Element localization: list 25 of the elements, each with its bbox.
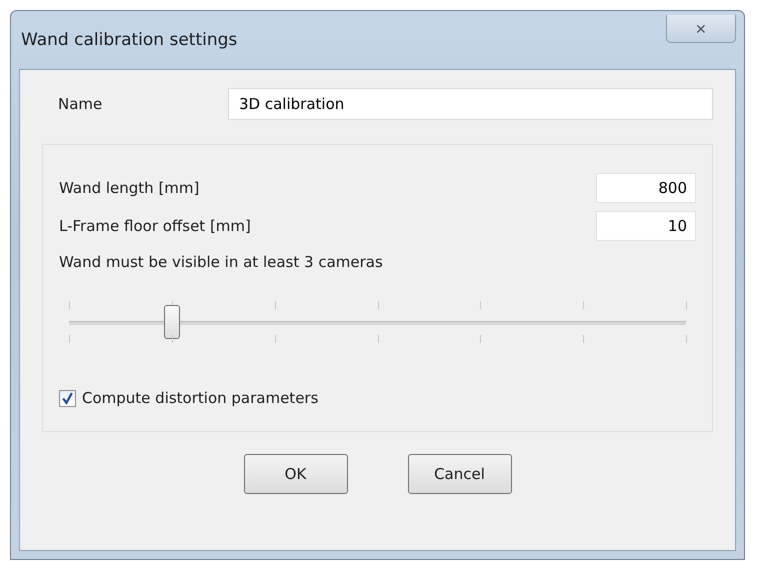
- slider-label: Wand must be visible in at least 3 cameras: [59, 253, 384, 271]
- checkbox[interactable]: [59, 390, 76, 406]
- number-field[interactable]: 10: [596, 211, 696, 241]
- slider-thumb[interactable]: [164, 305, 180, 339]
- name-field[interactable]: 3D calibration: [228, 88, 713, 120]
- tick-mark: [583, 335, 584, 343]
- field-label: L-Frame floor offset [mm]: [59, 217, 251, 235]
- tick-mark: [583, 301, 584, 309]
- dialog-button[interactable]: Cancel: [408, 454, 512, 494]
- tick-mark: [686, 335, 687, 343]
- field-label: Wand length [mm]: [59, 179, 200, 197]
- dialog-button[interactable]: OK: [244, 454, 348, 494]
- tick-mark: [274, 335, 276, 343]
- window-title: Wand calibration settings: [20, 30, 238, 50]
- tick-mark: [480, 301, 482, 309]
- tick-mark: [686, 301, 687, 309]
- tick-mark: [172, 335, 173, 343]
- number-field[interactable]: 800: [596, 173, 696, 203]
- tick-mark: [274, 301, 276, 309]
- close-button[interactable]: ✕: [666, 15, 736, 43]
- tick-mark: [69, 335, 70, 343]
- checkbox-label: Compute distortion parameters: [82, 389, 318, 407]
- tick-mark: [480, 335, 482, 343]
- name-label: Name: [57, 95, 104, 113]
- tick-mark: [69, 301, 70, 309]
